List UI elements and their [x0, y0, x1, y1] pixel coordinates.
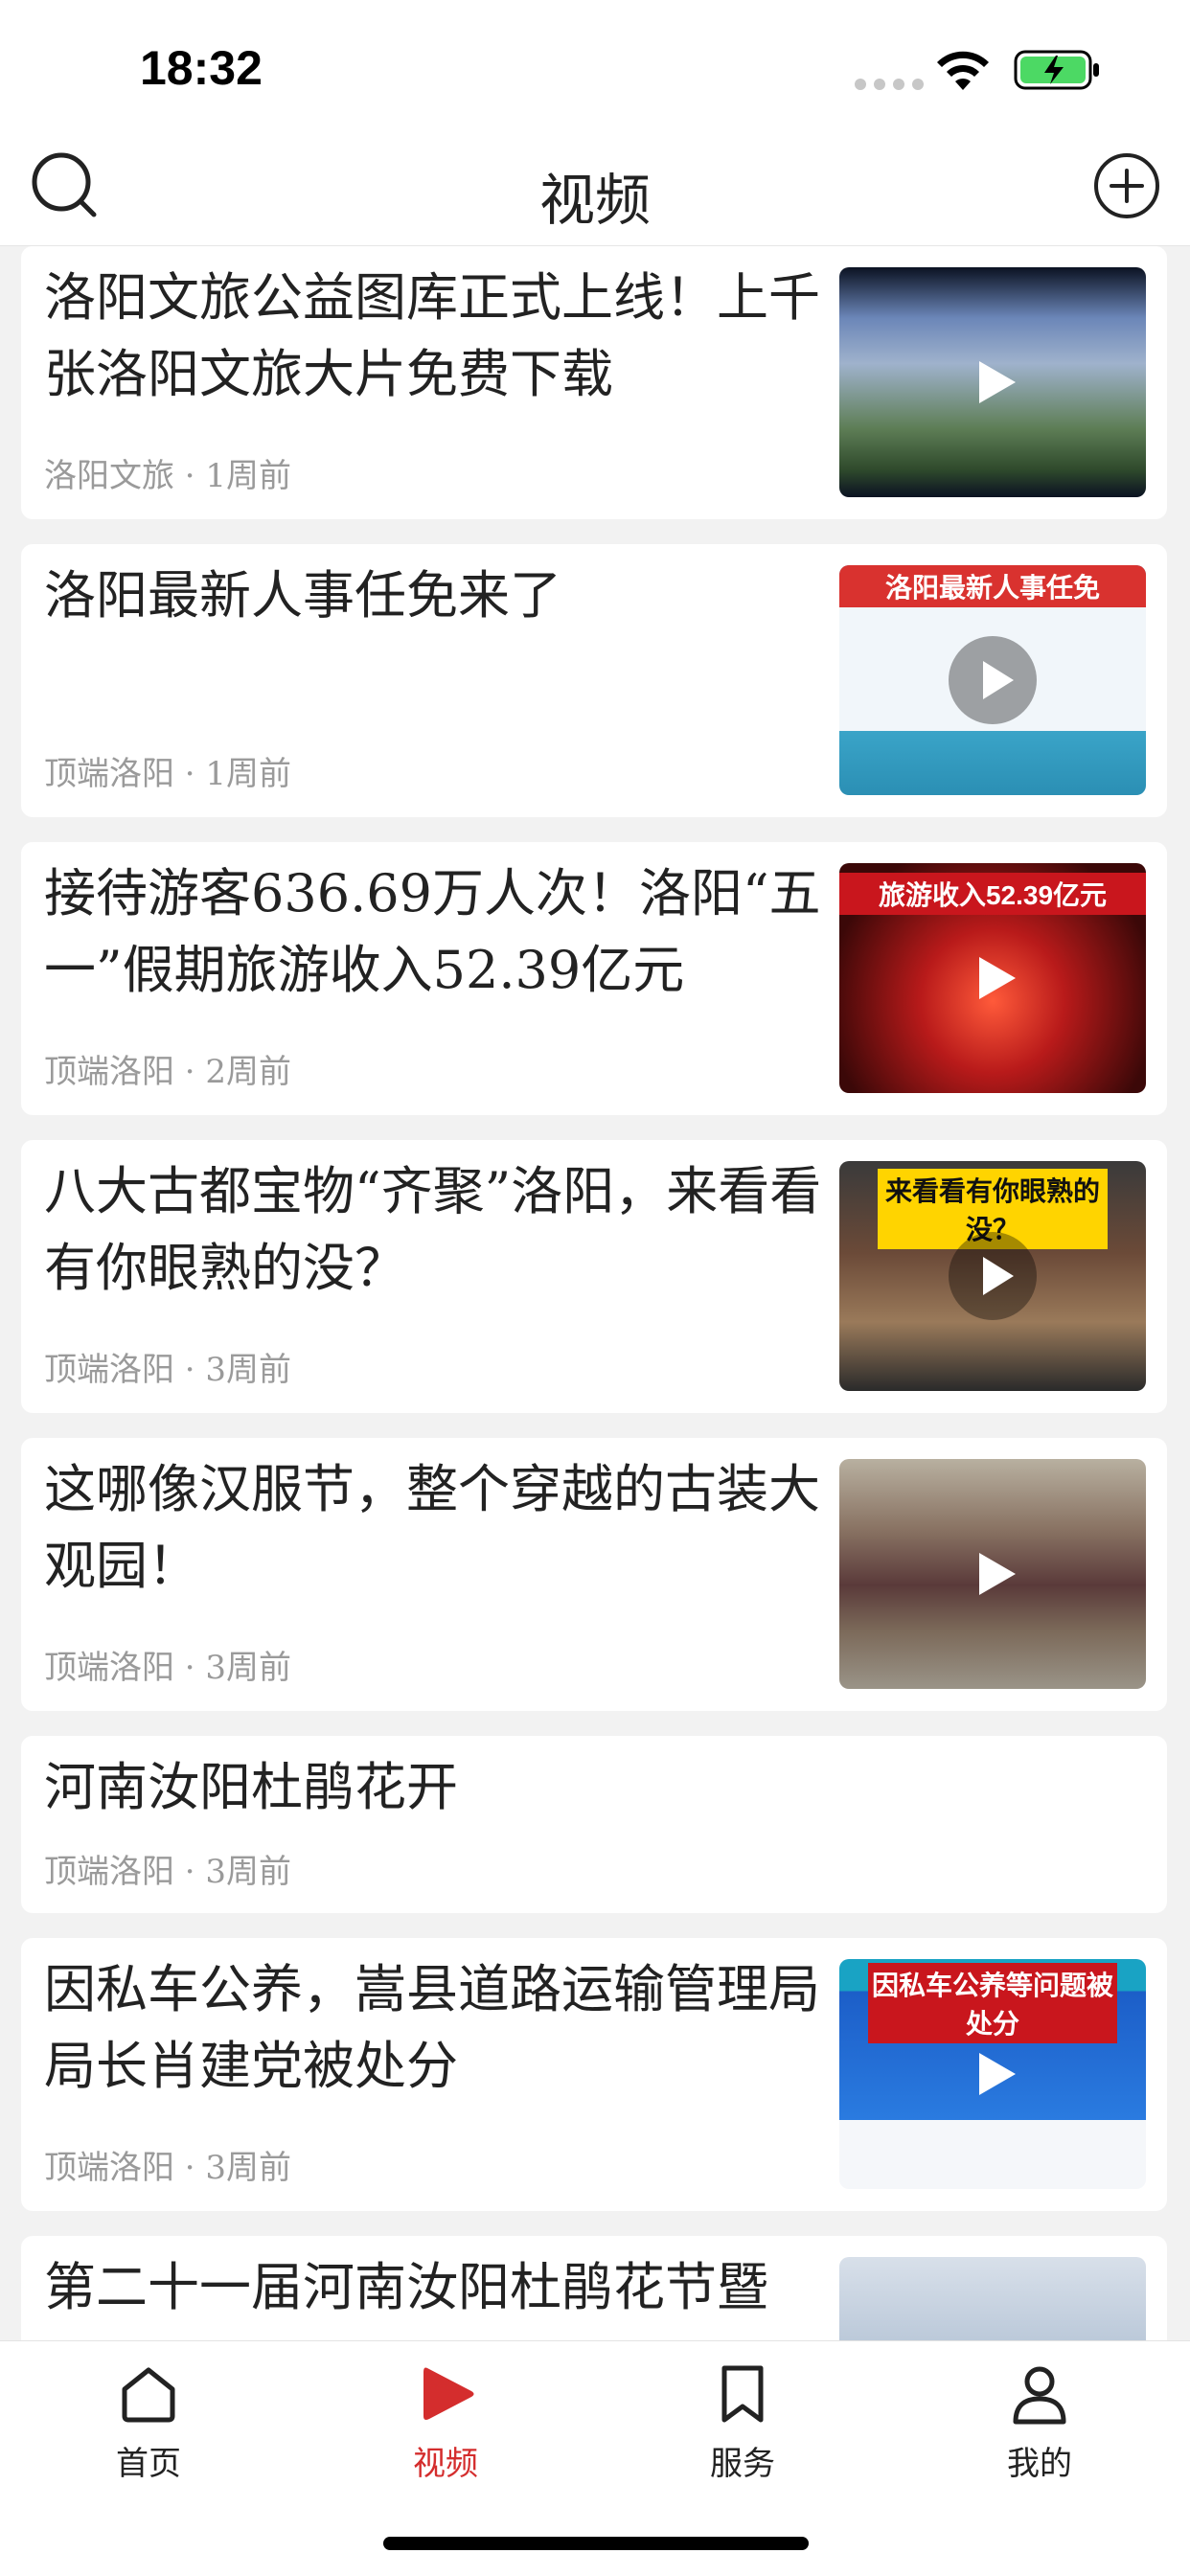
page-title: 视频: [538, 168, 651, 233]
tab-profile[interactable]: 我的: [963, 2360, 1116, 2495]
video-thumbnail[interactable]: 旅游收入52.39亿元: [839, 863, 1146, 1093]
status-bar: 18:32: [0, 0, 1190, 134]
video-thumbnail[interactable]: 因私车公养等问题被处分: [839, 1959, 1146, 2189]
video-card[interactable]: 这哪像汉服节，整个穿越的古装大观园！ 顶端洛阳 · 3周前: [21, 1438, 1167, 1711]
status-time: 18:32: [140, 41, 263, 95]
card-title: 八大古都宝物“齐聚”洛阳，来看看有你眼熟的没？: [44, 1161, 822, 1298]
video-card[interactable]: 八大古都宝物“齐聚”洛阳，来看看有你眼熟的没？ 顶端洛阳 · 3周前 来看看有你…: [21, 1140, 1167, 1413]
battery-charging-icon: [1014, 50, 1099, 90]
video-card[interactable]: 洛阳文旅公益图库正式上线！上千张洛阳文旅大片免费下载 洛阳文旅 · 1周前: [21, 246, 1167, 519]
video-thumbnail[interactable]: 来看看有你眼熟的没？: [839, 1161, 1146, 1391]
tab-video[interactable]: 视频: [369, 2360, 522, 2495]
cellular-signal-icon: [855, 79, 924, 90]
card-meta: 顶端洛阳 · 2周前: [44, 1053, 292, 1091]
bookmark-icon: [721, 2365, 764, 2423]
card-meta: 顶端洛阳 · 3周前: [44, 1853, 292, 1891]
card-title: 第二十一届河南汝阳杜鹃花节暨: [44, 2257, 768, 2317]
play-icon: [979, 957, 1016, 999]
video-thumbnail[interactable]: [839, 2257, 1146, 2340]
nav-bar: 视频: [0, 134, 1190, 246]
play-icon: [979, 2053, 1016, 2095]
home-indicator[interactable]: [383, 2537, 809, 2550]
home-icon: [122, 2367, 175, 2423]
card-meta: 顶端洛阳 · 3周前: [44, 1351, 292, 1389]
video-card[interactable]: 河南汝阳杜鹃花开 顶端洛阳 · 3周前: [21, 1736, 1167, 1913]
play-icon: [949, 636, 1037, 724]
tab-label: 服务: [710, 2445, 775, 2483]
tab-label: 我的: [1007, 2445, 1072, 2483]
video-thumbnail[interactable]: 洛阳最新人事任免: [839, 565, 1146, 795]
tab-label: 首页: [116, 2445, 181, 2483]
card-meta: 顶端洛阳 · 3周前: [44, 1649, 292, 1687]
card-meta: 洛阳文旅 · 1周前: [44, 457, 292, 495]
card-title: 这哪像汉服节，整个穿越的古装大观园！: [44, 1459, 820, 1596]
thumbnail-caption: 旅游收入52.39亿元: [839, 873, 1146, 915]
card-title: 河南汝阳杜鹃花开: [44, 1757, 458, 1817]
play-icon: [979, 361, 1016, 403]
card-title: 洛阳文旅公益图库正式上线！上千张洛阳文旅大片免费下载: [44, 267, 820, 404]
video-card[interactable]: 第二十一届河南汝阳杜鹃花节暨: [21, 2236, 1167, 2340]
plus-circle-icon[interactable]: [1088, 148, 1165, 224]
play-icon: [979, 1553, 1016, 1595]
tab-label: 视频: [413, 2445, 478, 2483]
card-meta: 顶端洛阳 · 1周前: [44, 755, 292, 793]
tab-home[interactable]: 首页: [72, 2360, 225, 2495]
tab-services[interactable]: 服务: [666, 2360, 819, 2495]
card-title: 接待游客636.69万人次！洛阳“五一”假期旅游收入52.39亿元: [44, 863, 821, 1000]
play-icon: [949, 1232, 1037, 1320]
video-thumbnail[interactable]: [839, 267, 1146, 497]
video-card[interactable]: 洛阳最新人事任免来了 顶端洛阳 · 1周前 洛阳最新人事任免: [21, 544, 1167, 817]
card-meta: 顶端洛阳 · 3周前: [44, 2149, 292, 2187]
video-card[interactable]: 因私车公养，嵩县道路运输管理局局长肖建党被处分 顶端洛阳 · 3周前 因私车公养…: [21, 1938, 1167, 2211]
person-icon: [1013, 2366, 1066, 2425]
thumbnail-caption: 洛阳最新人事任免: [839, 565, 1146, 607]
video-play-icon: [423, 2367, 474, 2420]
card-title: 洛阳最新人事任免来了: [44, 565, 561, 626]
wifi-icon: [937, 51, 989, 90]
video-feed[interactable]: 洛阳文旅公益图库正式上线！上千张洛阳文旅大片免费下载 洛阳文旅 · 1周前 洛阳…: [0, 246, 1190, 2340]
card-title: 因私车公养，嵩县道路运输管理局局长肖建党被处分: [44, 1959, 820, 2096]
video-thumbnail[interactable]: [839, 1459, 1146, 1689]
video-card[interactable]: 接待游客636.69万人次！洛阳“五一”假期旅游收入52.39亿元 顶端洛阳 ·…: [21, 842, 1167, 1115]
